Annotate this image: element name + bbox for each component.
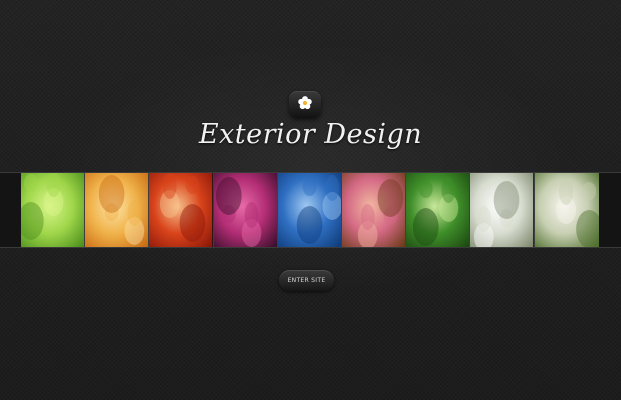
gallery-strip [21,173,599,247]
gallery-tile-white-flowers[interactable] [470,173,535,247]
site-title: Exterior Design [198,119,423,150]
logo-badge [289,91,321,118]
gallery-tile-green-leaves[interactable] [21,173,86,247]
gallery-tile-green-grass[interactable] [406,173,471,247]
enter-site-button[interactable]: ENTER SITE [279,270,334,291]
gallery-tile-purple-flower[interactable] [213,173,278,247]
gallery-tile-pink-blossoms[interactable] [341,173,407,247]
gallery-tile-dandelion-seeds[interactable] [85,173,150,247]
gallery-tile-blue-water-drop[interactable] [277,173,342,247]
gallery-tile-white-blossom-branch[interactable] [534,173,599,247]
gallery-tile-red-leaves[interactable] [149,173,214,247]
flower-icon [296,94,314,116]
